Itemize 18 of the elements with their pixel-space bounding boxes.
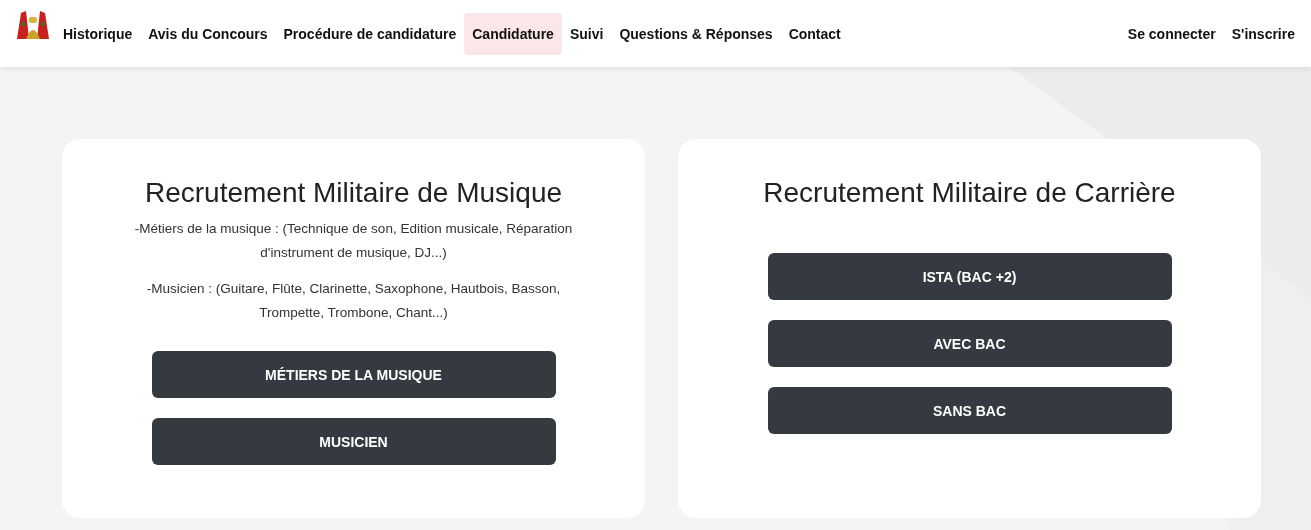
card-title: Recrutement Militaire de Carrière	[763, 177, 1176, 209]
nav-link[interactable]: Avis du Concours	[140, 12, 276, 55]
account-link[interactable]: S'inscrire	[1223, 12, 1303, 55]
account-link[interactable]: Se connecter	[1119, 12, 1224, 55]
category-button[interactable]: SANS BAC	[767, 387, 1172, 434]
description-text: -Musicien : (Guitare, Flûte, Clarinette, Saxophone, Hautbois, Basson, Trompette, Trombone, Chant...)	[145, 280, 562, 322]
card-title: Recrutement Militaire de Musique	[144, 177, 563, 209]
category-button[interactable]: AVEC BAC	[767, 320, 1172, 367]
category-button[interactable]: MÉTIERS DE LA MUSIQUE	[151, 351, 556, 398]
nav-link[interactable]: Questions & Réponses	[611, 12, 781, 55]
nav-link[interactable]: Suivi	[561, 12, 612, 55]
category-button[interactable]: ISTA (BAC +2)	[767, 253, 1172, 300]
description-text: -Métiers de la musique : (Technique de son, Edition musicale, Réparation d'instrument de musique, DJ...)	[133, 220, 574, 262]
nav-link[interactable]: Candidature	[464, 12, 562, 55]
nav-link[interactable]: Historique	[55, 12, 141, 55]
category-button[interactable]: MUSICIEN	[151, 418, 556, 465]
nav-link[interactable]: Procédure de candidature	[275, 12, 465, 55]
nav-link[interactable]: Contact	[780, 12, 849, 55]
